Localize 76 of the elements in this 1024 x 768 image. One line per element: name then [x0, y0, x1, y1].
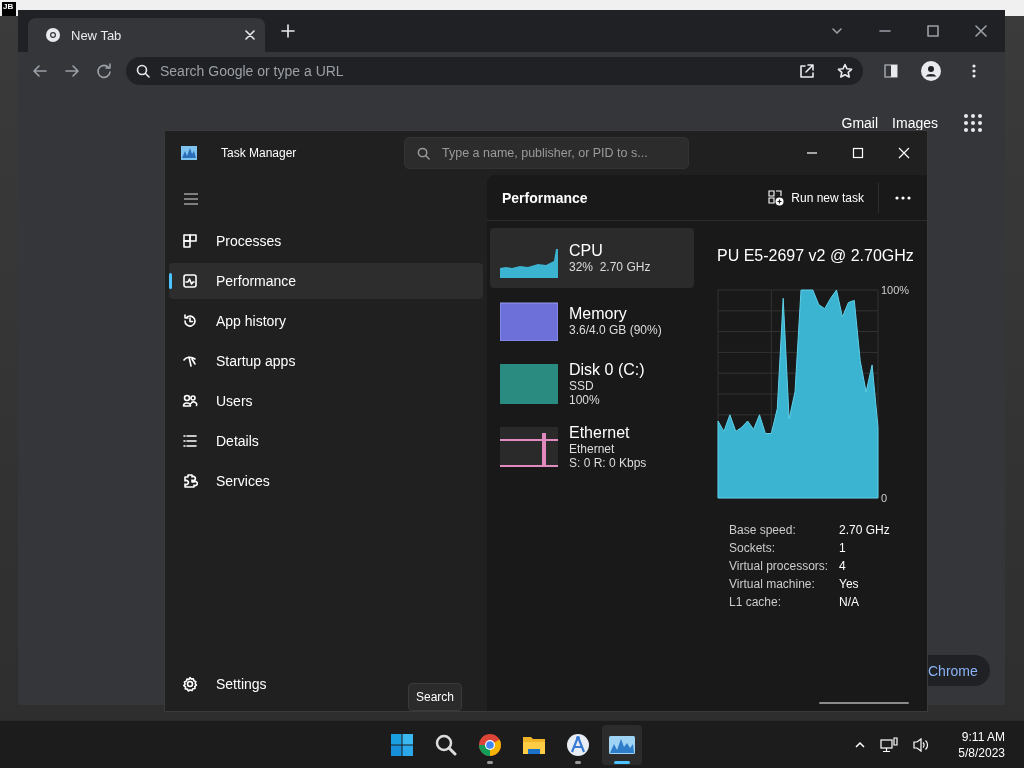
side-panel-icon[interactable]: [883, 63, 899, 79]
stat-label: Virtual machine:: [729, 577, 816, 592]
nav-item[interactable]: App history: [169, 303, 483, 339]
search-icon: [136, 64, 150, 78]
scroll-bar[interactable]: [819, 702, 909, 704]
star-icon[interactable]: [837, 63, 853, 79]
nav-item[interactable]: Services: [169, 463, 483, 499]
settings-item[interactable]: Settings: [169, 666, 281, 702]
customize-button[interactable]: Chrome: [928, 655, 990, 686]
axis-label: 100%: [881, 284, 910, 296]
back-icon[interactable]: [32, 63, 48, 79]
run-task-button[interactable]: Run new task: [761, 183, 870, 212]
stat-value: Yes: [839, 577, 860, 592]
search-icon: [435, 733, 457, 756]
history-icon: [182, 313, 198, 329]
maximize-icon[interactable]: [927, 25, 939, 37]
app-logo: JB: [2, 2, 16, 16]
users-icon: [182, 393, 198, 409]
stat-label: L1 cache:: [729, 595, 783, 610]
resource-item[interactable]: Disk 0 (C:) SSD 100%: [490, 354, 694, 414]
menu-icon[interactable]: [183, 193, 199, 205]
nav-item[interactable]: Users: [169, 383, 483, 419]
stat-value: N/A: [839, 595, 860, 610]
close-icon[interactable]: [975, 25, 987, 37]
taskbar-app[interactable]: [602, 724, 642, 765]
stat-label: Base speed:: [729, 523, 797, 538]
settings-icon: [182, 676, 198, 692]
browser-tab[interactable]: New Tab: [28, 18, 265, 52]
header-link[interactable]: Gmail: [841, 115, 879, 131]
search-input[interactable]: Type a name, publisher, or PID to s...: [442, 146, 682, 160]
search-field[interactable]: Type a name, publisher, or PID to s...: [404, 137, 689, 169]
puzzle-icon: [182, 473, 198, 489]
browser-logo-icon: [45, 27, 61, 43]
stat-value: 4: [839, 559, 847, 574]
volume-icon[interactable]: [912, 736, 931, 753]
forward-icon[interactable]: [64, 63, 80, 79]
address-input[interactable]: Search Google or type a URL: [158, 62, 785, 80]
search-icon: [417, 146, 430, 160]
nav-item[interactable]: Details: [169, 423, 483, 459]
nav-item[interactable]: Startup apps: [169, 343, 483, 379]
stat-label: Virtual processors:: [729, 559, 830, 574]
axis-label: 0: [881, 492, 888, 504]
resource-item[interactable]: Memory 3.6/4.0 GB (90%): [490, 291, 694, 351]
usage-graph: [500, 427, 558, 467]
grid-icon: [182, 233, 198, 249]
stat-value: 2.70 GHz: [839, 523, 891, 538]
pulse-icon: [182, 273, 198, 289]
nav-item[interactable]: Performance: [169, 263, 483, 299]
reload-icon[interactable]: [96, 63, 112, 79]
chevron-down-icon[interactable]: [831, 25, 843, 37]
stat-value: 1: [839, 541, 847, 556]
compass-app-icon: [566, 732, 590, 757]
resource-item[interactable]: CPU 32% 2.70 GHz: [490, 228, 694, 288]
stat-label: Sockets:: [729, 541, 777, 556]
processor-name: PU E5-2697 v2 @ 2.70GHz: [717, 247, 915, 266]
new-task-icon: [767, 189, 785, 206]
network-icon[interactable]: [880, 736, 899, 753]
new-tab-icon[interactable]: [281, 24, 295, 38]
page-title: Performance: [502, 189, 588, 206]
browser-icon: [478, 732, 502, 757]
window-title: Task Manager: [221, 146, 298, 160]
tooltip: Search: [408, 682, 462, 711]
list-icon: [182, 433, 198, 449]
share-icon[interactable]: [799, 63, 815, 79]
apps-grid-icon[interactable]: [964, 114, 982, 132]
header-link[interactable]: Images: [892, 115, 938, 131]
graph-app-icon: [609, 735, 635, 754]
clock[interactable]: 9:11 AM 5/8/2023: [958, 728, 1005, 761]
address-bar[interactable]: Search Google or type a URL: [126, 57, 863, 85]
start-icon: [390, 732, 414, 757]
more-icon: [895, 195, 911, 200]
more-icon[interactable]: [971, 63, 977, 79]
profile-icon[interactable]: [921, 61, 941, 81]
app-graph-icon: [181, 146, 197, 160]
nav-item[interactable]: Processes: [169, 223, 483, 259]
resource-item[interactable]: Ethernet Ethernet S: 0 R: 0 Kbps: [490, 417, 694, 477]
